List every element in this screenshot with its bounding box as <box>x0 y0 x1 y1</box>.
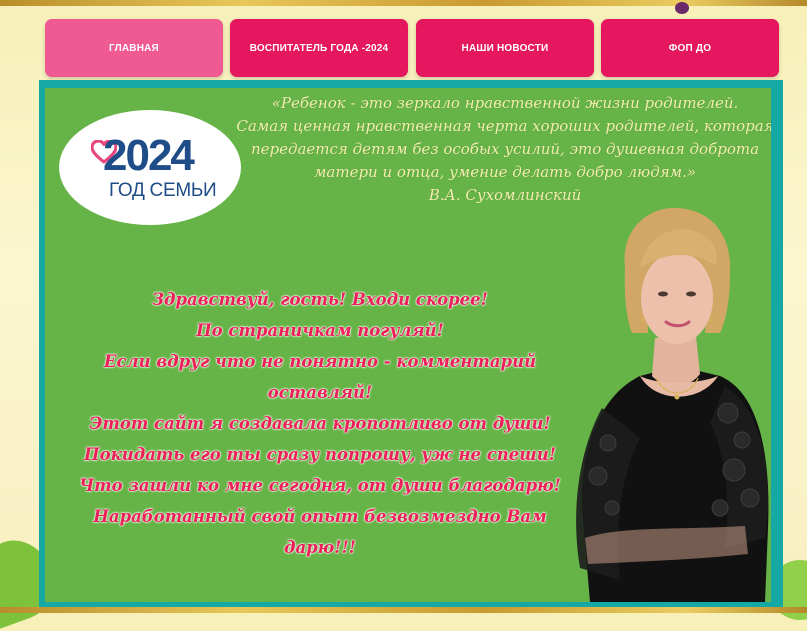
welcome-poem: Здравствуй, гость! Входи скорее! По стра… <box>55 284 585 563</box>
poem-line: Покидать его ты сразу попрошу, уж не спе… <box>84 445 556 464</box>
nav-item-news[interactable]: НАШИ НОВОСТИ <box>416 19 594 77</box>
quote-line: «Ребенок - это зеркало нравственной жизн… <box>271 94 739 112</box>
poem-line: оставляй! <box>267 383 373 402</box>
quote-block: «Ребенок - это зеркало нравственной жизн… <box>235 92 771 207</box>
poem-line: Что зашли ко мне сегодня, от души благод… <box>79 476 561 495</box>
poem-line: Наработанный свой опыт безвозмездно Вам … <box>93 507 547 557</box>
decorative-dot <box>675 2 689 14</box>
main-nav: ГЛАВНАЯ ВОСПИТАТЕЛЬ ГОДА -2024 НАШИ НОВО… <box>45 19 779 77</box>
content-panel-inner: 2024 ГОД СЕМЬИ «Ребенок - это зеркало нр… <box>45 88 771 602</box>
poem-line: Здравствуй, гость! Входи скорее! <box>152 290 488 309</box>
content-panel: 2024 ГОД СЕМЬИ «Ребенок - это зеркало нр… <box>39 80 783 608</box>
logo-subtitle: ГОД СЕМЬИ <box>109 180 217 201</box>
poem-line: Если вдруг что не понятно - комментарий <box>103 352 537 371</box>
teacher-portrait-photo <box>576 208 769 602</box>
quote-line: матери и отца, умение делать добро людям… <box>313 163 697 181</box>
quote-author: В.А. Сухомлинский <box>428 186 582 204</box>
logo-year: 2024 <box>103 131 195 180</box>
nav-item-fop-do[interactable]: ФОП ДО <box>601 19 779 77</box>
quote-line: Самая ценная нравственная черта хороших … <box>236 117 771 135</box>
decorative-frame-bottom <box>0 607 807 613</box>
nav-item-home[interactable]: ГЛАВНАЯ <box>45 19 223 77</box>
poem-line: Этот сайт я создавала кропотливо от души… <box>89 414 551 433</box>
poem-line: По страничкам погуляй! <box>196 321 444 340</box>
nav-item-teacher-of-the-year[interactable]: ВОСПИТАТЕЛЬ ГОДА -2024 <box>230 19 408 77</box>
year-of-family-logo: 2024 ГОД СЕМЬИ <box>59 110 241 225</box>
quote-line: передается детям без особых усилий, это … <box>250 140 760 158</box>
